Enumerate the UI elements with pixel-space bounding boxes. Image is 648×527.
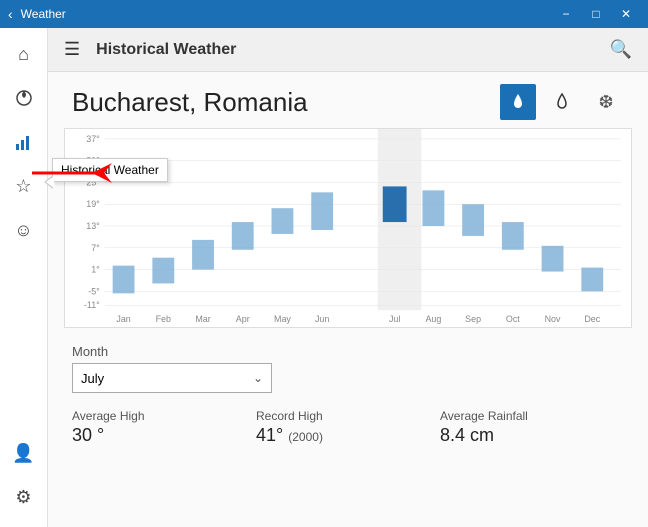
stat-avg-high: Average High 30 ° (72, 409, 256, 446)
svg-text:Jan: Jan (116, 314, 130, 324)
stat-record-high: Record High 41° (2000) (256, 409, 440, 446)
svg-text:19°: 19° (86, 199, 100, 209)
page-title: Historical Weather (96, 41, 609, 59)
svg-text:Jul: Jul (389, 314, 400, 324)
svg-text:37°: 37° (86, 134, 100, 144)
svg-text:Nov: Nov (545, 314, 561, 324)
stat-avg-high-value: 30 ° (72, 425, 256, 446)
stat-record-high-value: 41° (2000) (256, 425, 440, 446)
window-controls: − □ ✕ (552, 0, 640, 28)
svg-text:7°: 7° (91, 243, 100, 253)
city-icon-group: ❆ (500, 84, 624, 120)
rain-toggle-button[interactable] (500, 84, 536, 120)
stat-record-high-label: Record High (256, 409, 440, 423)
stats-section: Average High 30 ° Record High 41° (2000)… (48, 401, 648, 454)
svg-text:Aug: Aug (425, 314, 441, 324)
svg-text:1°: 1° (91, 265, 100, 275)
svg-text:May: May (274, 314, 291, 324)
svg-text:-5°: -5° (88, 286, 100, 296)
month-select-dropdown[interactable]: July ⌄ (72, 363, 272, 393)
svg-text:13°: 13° (86, 221, 100, 231)
content-area: ☰ Historical Weather 🔍 Bucharest, Romani… (48, 28, 648, 527)
svg-text:Oct: Oct (506, 314, 520, 324)
droplet-toggle-button[interactable] (544, 84, 580, 120)
svg-text:Apr: Apr (236, 314, 250, 324)
sidebar-item-current[interactable] (0, 76, 48, 120)
hamburger-button[interactable]: ☰ (64, 39, 80, 60)
city-header: Bucharest, Romania ❆ (48, 72, 648, 128)
stat-record-high-sub: (2000) (288, 430, 323, 444)
close-button[interactable]: ✕ (612, 0, 640, 28)
svg-text:Sep: Sep (465, 314, 481, 324)
month-section: Month July ⌄ (48, 336, 648, 401)
sidebar-item-account[interactable]: 👤 (0, 431, 48, 475)
stat-avg-rainfall: Average Rainfall 8.4 cm (440, 409, 624, 446)
titlebar: ‹ Weather − □ ✕ (0, 0, 648, 28)
svg-text:Dec: Dec (584, 314, 600, 324)
svg-text:Feb: Feb (156, 314, 171, 324)
month-select-value: July (81, 371, 253, 386)
sidebar-item-settings[interactable]: ⚙ (0, 475, 48, 519)
chevron-down-icon: ⌄ (253, 371, 263, 385)
app-container: ⌂ ☆ ☺ Historical Weather 👤 ⚙ (0, 28, 648, 527)
stat-avg-rainfall-label: Average Rainfall (440, 409, 624, 423)
sidebar-item-home[interactable]: ⌂ (0, 32, 48, 76)
svg-text:Jun: Jun (315, 314, 329, 324)
svg-text:Mar: Mar (195, 314, 210, 324)
back-button[interactable]: ‹ (8, 6, 13, 22)
snow-toggle-button[interactable]: ❆ (588, 84, 624, 120)
sidebar: ⌂ ☆ ☺ Historical Weather 👤 ⚙ (0, 28, 48, 527)
minimize-button[interactable]: − (552, 0, 580, 28)
titlebar-title: Weather (21, 7, 552, 21)
city-name: Bucharest, Romania (72, 87, 500, 118)
search-icon[interactable]: 🔍 (610, 39, 632, 60)
maximize-button[interactable]: □ (582, 0, 610, 28)
sidebar-item-feedback[interactable]: ☺ (0, 208, 48, 252)
tooltip-arrow-red (32, 158, 112, 188)
header-bar: ☰ Historical Weather 🔍 (48, 28, 648, 72)
sidebar-bottom: 👤 ⚙ (0, 431, 48, 519)
stat-avg-high-label: Average High (72, 409, 256, 423)
stat-avg-rainfall-value: 8.4 cm (440, 425, 624, 446)
svg-text:-11°: -11° (84, 300, 100, 310)
month-label: Month (72, 344, 624, 359)
